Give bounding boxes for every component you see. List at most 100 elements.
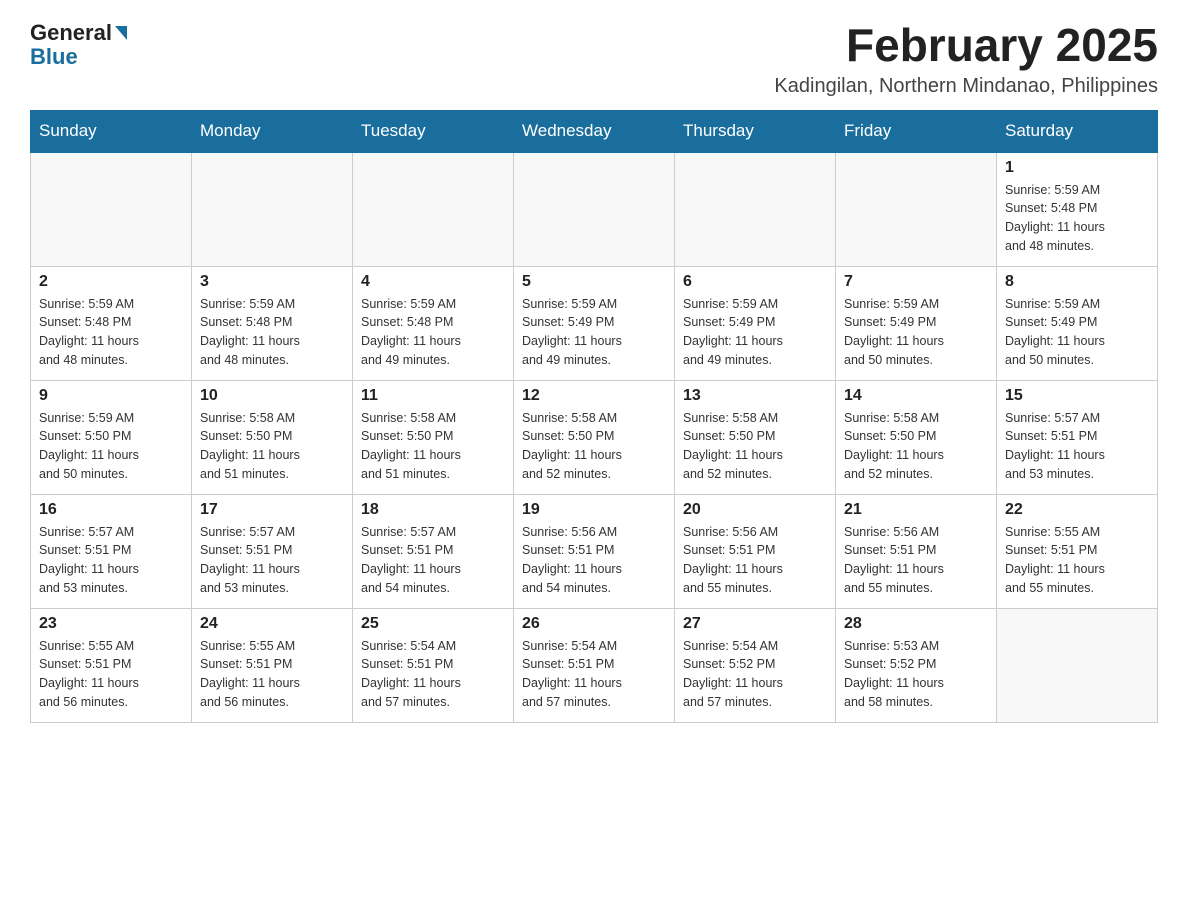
calendar-header-tuesday: Tuesday: [353, 110, 514, 152]
day-info: Sunrise: 5:59 AM Sunset: 5:49 PM Dayligh…: [522, 295, 666, 370]
calendar-week-row: 16 Sunrise: 5:57 AM Sunset: 5:51 PM Dayli…: [31, 494, 1158, 608]
calendar-cell: 25Sunrise: 5:54 AM Sunset: 5:51 PM Dayli…: [353, 608, 514, 722]
calendar-cell: 12 Sunrise: 5:58 AM Sunset: 5:50 PM Dayli…: [514, 380, 675, 494]
logo: General Blue: [30, 20, 129, 70]
day-info: Sunrise: 5:59 AM Sunset: 5:49 PM Dayligh…: [844, 295, 988, 370]
day-info: Sunrise: 5:55 AM Sunset: 5:51 PM Dayligh…: [200, 637, 344, 712]
day-info: Sunrise: 5:59 AM Sunset: 5:49 PM Dayligh…: [1005, 295, 1149, 370]
calendar-cell: 11 Sunrise: 5:58 AM Sunset: 5:50 PM Dayli…: [353, 380, 514, 494]
day-number: 7: [844, 273, 988, 291]
calendar-cell: 1 Sunrise: 5:59 AM Sunset: 5:48 PM Daylig…: [997, 152, 1158, 267]
day-info: Sunrise: 5:54 AM Sunset: 5:52 PM Dayligh…: [683, 637, 827, 712]
calendar-week-row: 23 Sunrise: 5:55 AM Sunset: 5:51 PM Dayli…: [31, 608, 1158, 722]
day-number: 23: [39, 615, 183, 633]
calendar-cell: [514, 152, 675, 267]
day-number: 5: [522, 273, 666, 291]
page-header: General Blue February 2025 Kadingilan, N…: [30, 20, 1158, 98]
day-number: 24: [200, 615, 344, 633]
calendar-cell: 14 Sunrise: 5:58 AM Sunset: 5:50 PM Dayli…: [836, 380, 997, 494]
calendar-cell: 2Sunrise: 5:59 AM Sunset: 5:48 PM Daylig…: [31, 266, 192, 380]
day-number: 19: [522, 501, 666, 519]
calendar-week-row: 9 Sunrise: 5:59 AM Sunset: 5:50 PM Daylig…: [31, 380, 1158, 494]
calendar-cell: 9 Sunrise: 5:59 AM Sunset: 5:50 PM Daylig…: [31, 380, 192, 494]
day-number: 9: [39, 387, 183, 405]
calendar-cell: 26Sunrise: 5:54 AM Sunset: 5:51 PM Dayli…: [514, 608, 675, 722]
calendar-cell: 22 Sunrise: 5:55 AM Sunset: 5:51 PM Dayli…: [997, 494, 1158, 608]
calendar-cell: [353, 152, 514, 267]
calendar-cell: 24 Sunrise: 5:55 AM Sunset: 5:51 PM Dayli…: [192, 608, 353, 722]
day-info: Sunrise: 5:57 AM Sunset: 5:51 PM Dayligh…: [361, 523, 505, 598]
day-info: Sunrise: 5:59 AM Sunset: 5:49 PM Dayligh…: [683, 295, 827, 370]
day-info: Sunrise: 5:57 AM Sunset: 5:51 PM Dayligh…: [39, 523, 183, 598]
calendar-cell: 21 Sunrise: 5:56 AM Sunset: 5:51 PM Dayli…: [836, 494, 997, 608]
calendar-cell: 15Sunrise: 5:57 AM Sunset: 5:51 PM Dayli…: [997, 380, 1158, 494]
title-area: February 2025 Kadingilan, Northern Minda…: [774, 20, 1158, 98]
calendar-cell: [836, 152, 997, 267]
calendar-header-monday: Monday: [192, 110, 353, 152]
day-info: Sunrise: 5:59 AM Sunset: 5:48 PM Dayligh…: [200, 295, 344, 370]
calendar-cell: [675, 152, 836, 267]
calendar-cell: 3 Sunrise: 5:59 AM Sunset: 5:48 PM Daylig…: [192, 266, 353, 380]
day-number: 1: [1005, 159, 1149, 177]
calendar-cell: 4Sunrise: 5:59 AM Sunset: 5:48 PM Daylig…: [353, 266, 514, 380]
day-info: Sunrise: 5:56 AM Sunset: 5:51 PM Dayligh…: [522, 523, 666, 598]
day-number: 8: [1005, 273, 1149, 291]
calendar-header-wednesday: Wednesday: [514, 110, 675, 152]
day-number: 18: [361, 501, 505, 519]
day-number: 12: [522, 387, 666, 405]
day-info: Sunrise: 5:58 AM Sunset: 5:50 PM Dayligh…: [844, 409, 988, 484]
calendar-cell: 23 Sunrise: 5:55 AM Sunset: 5:51 PM Dayli…: [31, 608, 192, 722]
day-number: 6: [683, 273, 827, 291]
calendar-cell: 5 Sunrise: 5:59 AM Sunset: 5:49 PM Daylig…: [514, 266, 675, 380]
calendar-cell: 8 Sunrise: 5:59 AM Sunset: 5:49 PM Daylig…: [997, 266, 1158, 380]
day-number: 20: [683, 501, 827, 519]
calendar-cell: 10Sunrise: 5:58 AM Sunset: 5:50 PM Dayli…: [192, 380, 353, 494]
calendar-cell: 7 Sunrise: 5:59 AM Sunset: 5:49 PM Daylig…: [836, 266, 997, 380]
day-number: 26: [522, 615, 666, 633]
day-info: Sunrise: 5:59 AM Sunset: 5:50 PM Dayligh…: [39, 409, 183, 484]
calendar-cell: 28Sunrise: 5:53 AM Sunset: 5:52 PM Dayli…: [836, 608, 997, 722]
logo-general-text: General: [30, 20, 112, 46]
day-info: Sunrise: 5:58 AM Sunset: 5:50 PM Dayligh…: [683, 409, 827, 484]
day-number: 25: [361, 615, 505, 633]
day-number: 3: [200, 273, 344, 291]
calendar-cell: 13 Sunrise: 5:58 AM Sunset: 5:50 PM Dayli…: [675, 380, 836, 494]
day-number: 13: [683, 387, 827, 405]
day-info: Sunrise: 5:59 AM Sunset: 5:48 PM Dayligh…: [361, 295, 505, 370]
day-number: 21: [844, 501, 988, 519]
calendar-cell: 18 Sunrise: 5:57 AM Sunset: 5:51 PM Dayli…: [353, 494, 514, 608]
day-number: 11: [361, 387, 505, 405]
day-info: Sunrise: 5:56 AM Sunset: 5:51 PM Dayligh…: [683, 523, 827, 598]
day-number: 14: [844, 387, 988, 405]
calendar-table: SundayMondayTuesdayWednesdayThursdayFrid…: [30, 110, 1158, 723]
day-info: Sunrise: 5:56 AM Sunset: 5:51 PM Dayligh…: [844, 523, 988, 598]
day-info: Sunrise: 5:53 AM Sunset: 5:52 PM Dayligh…: [844, 637, 988, 712]
calendar-cell: [31, 152, 192, 267]
calendar-week-row: 2Sunrise: 5:59 AM Sunset: 5:48 PM Daylig…: [31, 266, 1158, 380]
calendar-week-row: 1 Sunrise: 5:59 AM Sunset: 5:48 PM Daylig…: [31, 152, 1158, 267]
calendar-cell: 16 Sunrise: 5:57 AM Sunset: 5:51 PM Dayli…: [31, 494, 192, 608]
day-number: 16: [39, 501, 183, 519]
day-info: Sunrise: 5:58 AM Sunset: 5:50 PM Dayligh…: [522, 409, 666, 484]
day-info: Sunrise: 5:57 AM Sunset: 5:51 PM Dayligh…: [200, 523, 344, 598]
day-info: Sunrise: 5:55 AM Sunset: 5:51 PM Dayligh…: [1005, 523, 1149, 598]
logo-arrow-icon: [115, 26, 127, 40]
page-title: February 2025: [774, 20, 1158, 71]
logo-blue-text: Blue: [30, 44, 78, 69]
calendar-cell: [997, 608, 1158, 722]
day-info: Sunrise: 5:58 AM Sunset: 5:50 PM Dayligh…: [361, 409, 505, 484]
calendar-cell: 27Sunrise: 5:54 AM Sunset: 5:52 PM Dayli…: [675, 608, 836, 722]
day-number: 17: [200, 501, 344, 519]
calendar-header-thursday: Thursday: [675, 110, 836, 152]
day-number: 22: [1005, 501, 1149, 519]
calendar-header-sunday: Sunday: [31, 110, 192, 152]
calendar-cell: 19 Sunrise: 5:56 AM Sunset: 5:51 PM Dayli…: [514, 494, 675, 608]
day-info: Sunrise: 5:55 AM Sunset: 5:51 PM Dayligh…: [39, 637, 183, 712]
day-info: Sunrise: 5:59 AM Sunset: 5:48 PM Dayligh…: [1005, 181, 1149, 256]
page-subtitle: Kadingilan, Northern Mindanao, Philippin…: [774, 75, 1158, 98]
calendar-cell: 17 Sunrise: 5:57 AM Sunset: 5:51 PM Dayli…: [192, 494, 353, 608]
calendar-header-friday: Friday: [836, 110, 997, 152]
calendar-cell: 6 Sunrise: 5:59 AM Sunset: 5:49 PM Daylig…: [675, 266, 836, 380]
day-info: Sunrise: 5:57 AM Sunset: 5:51 PM Dayligh…: [1005, 409, 1149, 484]
day-number: 10: [200, 387, 344, 405]
